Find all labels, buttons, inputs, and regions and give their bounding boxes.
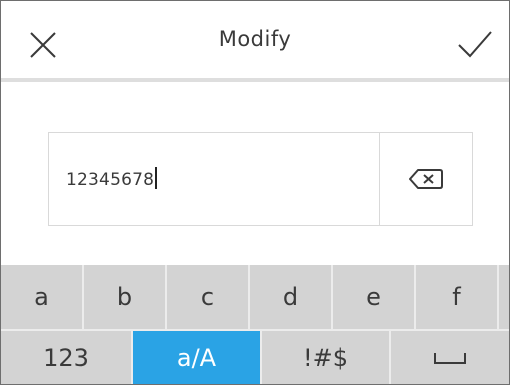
key-f[interactable]: f [416,265,499,329]
key-case-toggle[interactable]: a/A [133,331,262,384]
input-area: 12345678 [1,82,509,265]
key-numbers[interactable]: 123 [1,331,133,384]
check-icon [458,31,492,58]
key-symbols[interactable]: !#$ [262,331,391,384]
close-icon [30,32,56,58]
key-d[interactable]: d [250,265,333,329]
header: Modify [1,1,509,78]
confirm-button[interactable] [447,17,503,73]
modify-dialog: Modify 12345678 a b c d e f 123 a/A !#$ [0,0,510,385]
key-b[interactable]: b [84,265,167,329]
cancel-button[interactable] [15,17,71,73]
key-space[interactable] [391,331,509,384]
key-partial[interactable] [499,265,509,329]
space-icon [434,352,466,364]
backspace-icon [409,169,443,189]
text-field[interactable]: 12345678 [48,132,473,226]
key-e[interactable]: e [333,265,416,329]
backspace-button[interactable] [380,133,472,225]
text-caret [155,167,158,189]
page-title: Modify [218,27,292,51]
key-c[interactable]: c [167,265,250,329]
key-a[interactable]: a [1,265,84,329]
text-field-value: 12345678 [66,170,155,190]
on-screen-keyboard: a b c d e f 123 a/A !#$ [1,265,509,384]
